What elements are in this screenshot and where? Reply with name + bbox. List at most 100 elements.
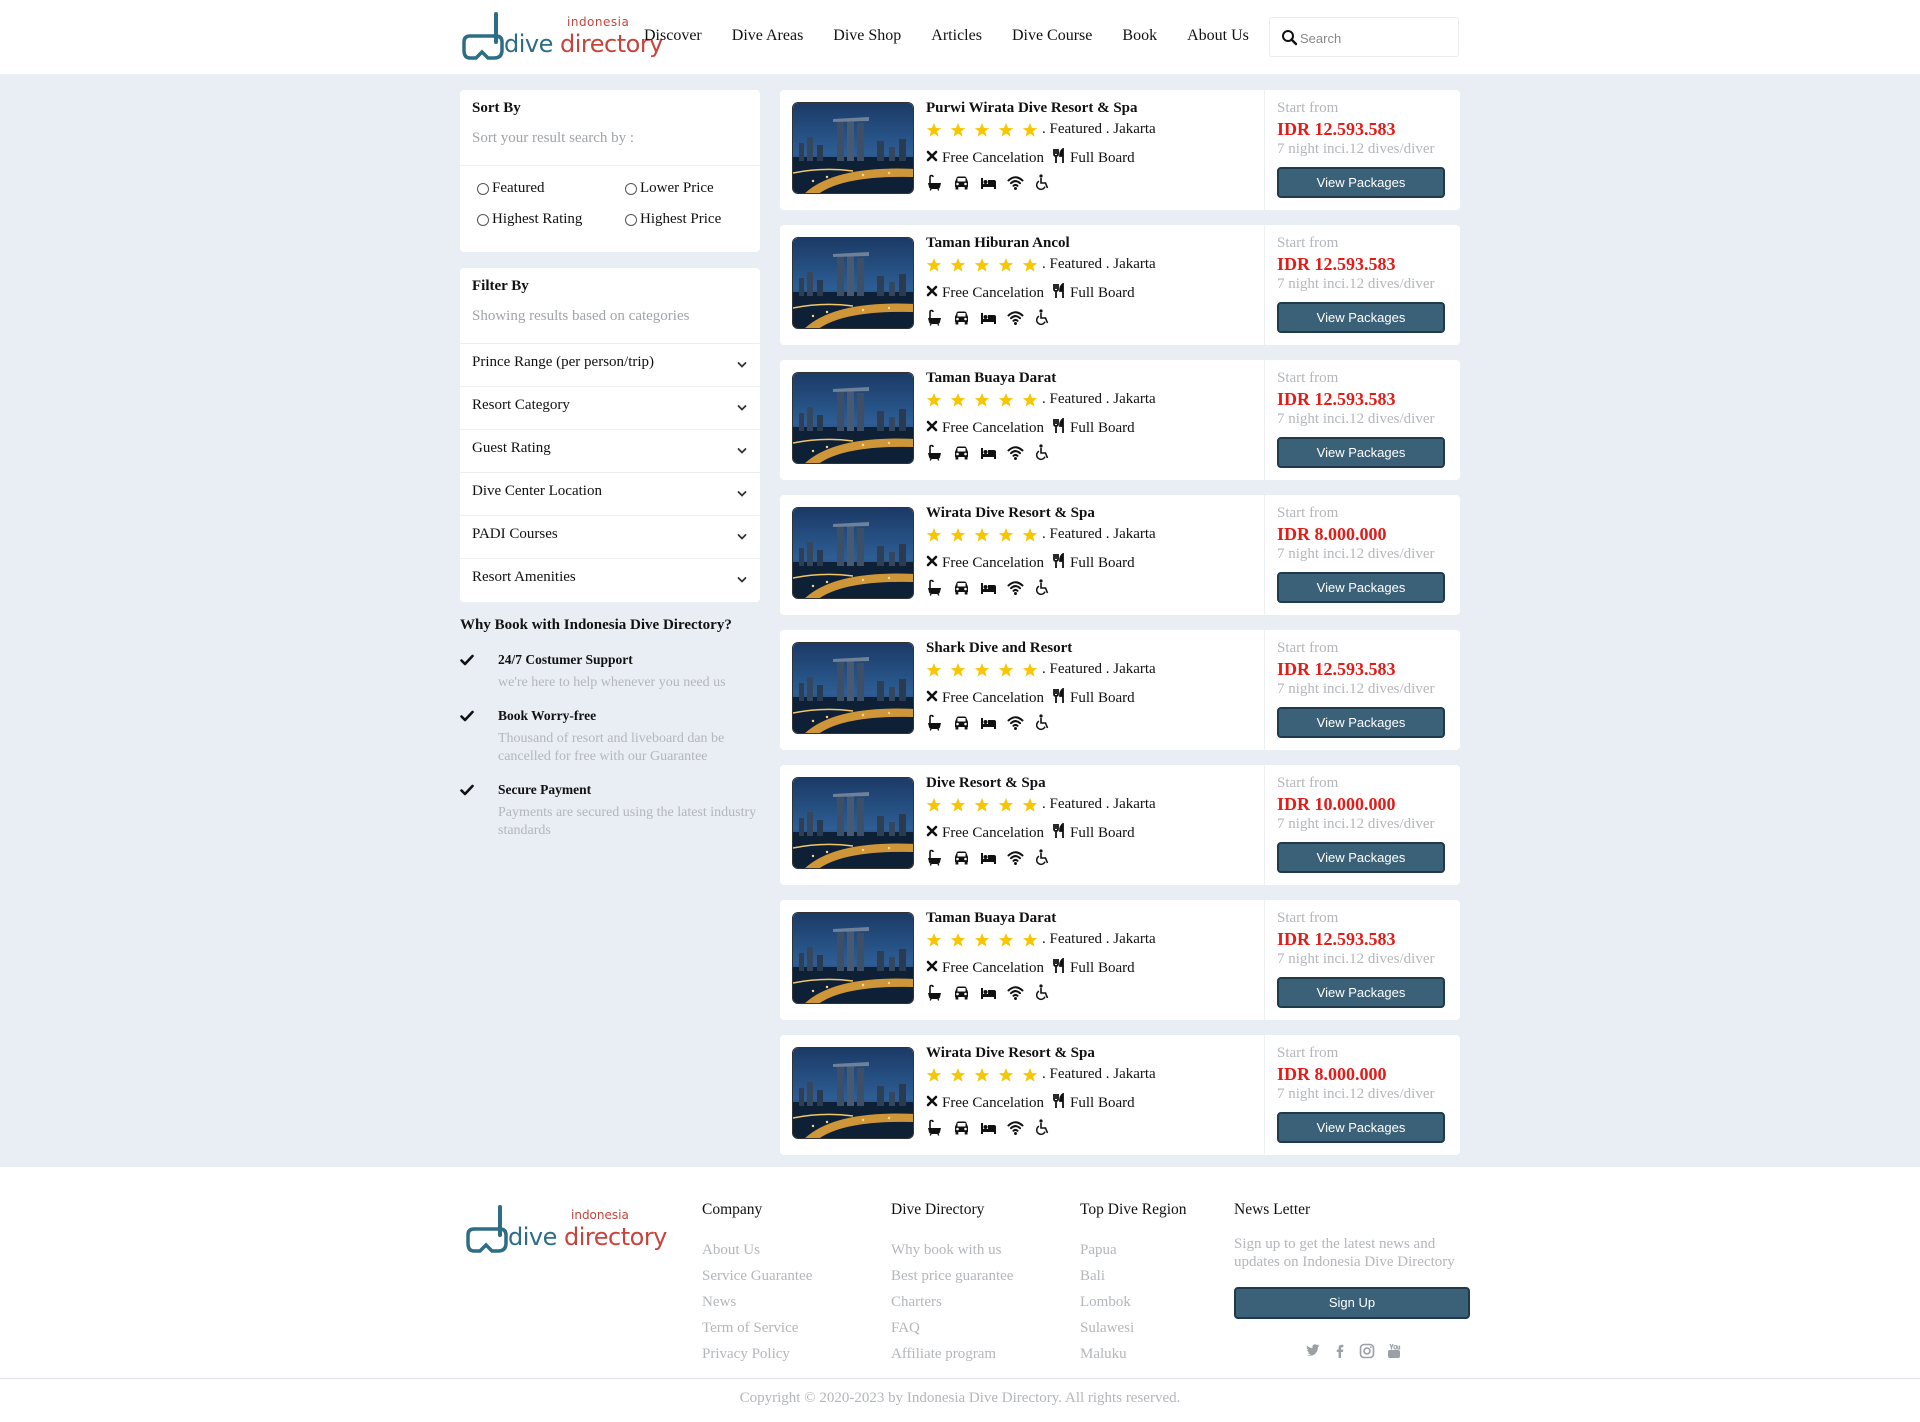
filter-panel: Filter By Showing results based on categ… (460, 268, 760, 602)
close-icon (926, 150, 942, 167)
view-packages-button[interactable]: View Packages (1277, 437, 1445, 468)
listing-card: Dive Resort & Spa . Featured . Jakarta Fre… (780, 765, 1460, 885)
footer-link-lombok[interactable]: Lombok (1080, 1289, 1187, 1315)
footer-link-papua[interactable]: Papua (1080, 1237, 1187, 1263)
resort-name[interactable]: Wirata Dive Resort & Spa (926, 505, 1095, 522)
resort-photo[interactable] (792, 237, 914, 329)
sort-option-lower-price[interactable]: Lower Price (625, 180, 714, 197)
footer-link-charters[interactable]: Charters (891, 1289, 1013, 1315)
resort-photo[interactable] (792, 102, 914, 194)
logo-wordmark: dive directory (508, 1223, 667, 1251)
close-icon (926, 1095, 942, 1112)
resort-photo[interactable] (792, 912, 914, 1004)
star-icon (926, 932, 950, 953)
nav-dive-areas[interactable]: Dive Areas (732, 27, 804, 45)
view-packages-button[interactable]: View Packages (1277, 1112, 1445, 1143)
instagram-icon[interactable] (1358, 1342, 1376, 1360)
filter-resort-amenities[interactable]: Resort Amenities (460, 559, 760, 602)
amenities (926, 984, 1061, 1001)
view-packages-button[interactable]: View Packages (1277, 302, 1445, 333)
footer-newsletter: News Letter (1234, 1201, 1310, 1237)
radio-circle[interactable] (477, 213, 489, 226)
resort-photo[interactable] (792, 642, 914, 734)
footer-link-about[interactable]: About Us (702, 1237, 812, 1263)
filter-dive-center-location[interactable]: Dive Center Location (460, 473, 760, 516)
nav-about-us[interactable]: About Us (1187, 27, 1249, 45)
featured-tag: Featured (1049, 391, 1102, 407)
nav-articles[interactable]: Articles (931, 27, 982, 45)
footer-link-bali[interactable]: Bali (1080, 1263, 1187, 1289)
footer-link-why-book[interactable]: Why book with us (891, 1237, 1013, 1263)
resort-name[interactable]: Shark Dive and Resort (926, 640, 1072, 657)
feature-cancelation: Free Cancelation (942, 960, 1045, 976)
footer-link-faq[interactable]: FAQ (891, 1315, 1013, 1341)
nav-discover[interactable]: Discover (644, 27, 702, 45)
footer-link-privacy[interactable]: Privacy Policy (702, 1341, 812, 1367)
amenities (926, 579, 1061, 596)
price: IDR 8.000.000 (1277, 524, 1387, 544)
wifi-icon (1007, 984, 1024, 1001)
filter-guest-rating[interactable]: Guest Rating (460, 430, 760, 473)
resort-meta: . Featured . Jakarta (1042, 931, 1156, 947)
footer-link-best-price[interactable]: Best price guarantee (891, 1263, 1013, 1289)
filter-resort-category[interactable]: Resort Category (460, 387, 760, 430)
facebook-icon[interactable] (1331, 1342, 1349, 1360)
resort-name[interactable]: Purwi Wirata Dive Resort & Spa (926, 100, 1138, 117)
featured-tag: Featured (1049, 661, 1102, 677)
filter-label: Guest Rating (472, 440, 551, 456)
sort-option-highest-price[interactable]: Highest Price (625, 211, 721, 228)
nav-book[interactable]: Book (1122, 27, 1157, 45)
twitter-icon[interactable] (1304, 1342, 1322, 1360)
nav-dive-shop[interactable]: Dive Shop (833, 27, 901, 45)
radio-circle[interactable] (477, 182, 489, 195)
price-note: 7 night inci.12 dives/diver (1277, 816, 1435, 832)
view-packages-button[interactable]: View Packages (1277, 572, 1445, 603)
radio-circle[interactable] (625, 182, 637, 195)
price: IDR 12.593.583 (1277, 929, 1396, 949)
close-icon (926, 825, 942, 842)
resort-name[interactable]: Taman Buaya Darat (926, 370, 1056, 387)
resort-photo[interactable] (792, 507, 914, 599)
footer-link-news[interactable]: News (702, 1289, 812, 1315)
wheelchair-icon (1034, 984, 1051, 1001)
view-packages-button[interactable]: View Packages (1277, 842, 1445, 873)
resort-photo[interactable] (792, 372, 914, 464)
resort-name[interactable]: Dive Resort & Spa (926, 775, 1046, 792)
view-packages-button[interactable]: View Packages (1277, 977, 1445, 1008)
price-note: 7 night inci.12 dives/diver (1277, 951, 1435, 967)
filter-price-range[interactable]: Prince Range (per person/trip) (460, 344, 760, 387)
resort-photo[interactable] (792, 777, 914, 869)
resort-name[interactable]: Wirata Dive Resort & Spa (926, 1045, 1095, 1062)
why-item-desc: Payments are secured using the latest in… (498, 805, 757, 838)
filter-padi-courses[interactable]: PADI Courses (460, 516, 760, 559)
footer-link-affiliate[interactable]: Affiliate program (891, 1341, 1013, 1367)
sort-option-featured[interactable]: Featured (477, 180, 544, 197)
resort-name[interactable]: Taman Buaya Darat (926, 910, 1056, 927)
sort-title: Sort By (472, 100, 521, 116)
wheelchair-icon (1034, 174, 1051, 191)
resort-photo[interactable] (792, 1047, 914, 1139)
nav-dive-course[interactable]: Dive Course (1012, 27, 1092, 45)
footer-link-maluku[interactable]: Maluku (1080, 1341, 1187, 1367)
youtube-icon[interactable] (1385, 1342, 1403, 1360)
utensils-icon (1052, 1092, 1070, 1114)
filter-title: Filter By (472, 278, 529, 294)
bed-icon (980, 444, 997, 461)
footer-link-sulawesi[interactable]: Sulawesi (1080, 1315, 1187, 1341)
resort-location: Jakarta (1113, 931, 1156, 947)
radio-circle[interactable] (625, 213, 637, 226)
featured-tag: Featured (1049, 256, 1102, 272)
close-icon (926, 960, 942, 977)
view-packages-button[interactable]: View Packages (1277, 167, 1445, 198)
view-packages-button[interactable]: View Packages (1277, 707, 1445, 738)
site-logo[interactable]: indonesia dive directory (460, 10, 663, 64)
footer-logo[interactable]: indonesia dive directory (464, 1203, 667, 1257)
footer-link-terms[interactable]: Term of Service (702, 1315, 812, 1341)
featured-tag: Featured (1049, 931, 1102, 947)
signup-button[interactable]: Sign Up (1234, 1287, 1470, 1319)
snorkel-mask-icon (462, 12, 504, 60)
footer-link-guarantee[interactable]: Service Guarantee (702, 1263, 812, 1289)
sort-option-highest-rating[interactable]: Highest Rating (477, 211, 582, 228)
search-input[interactable] (1300, 26, 1450, 50)
resort-name[interactable]: Taman Hiburan Ancol (926, 235, 1070, 252)
